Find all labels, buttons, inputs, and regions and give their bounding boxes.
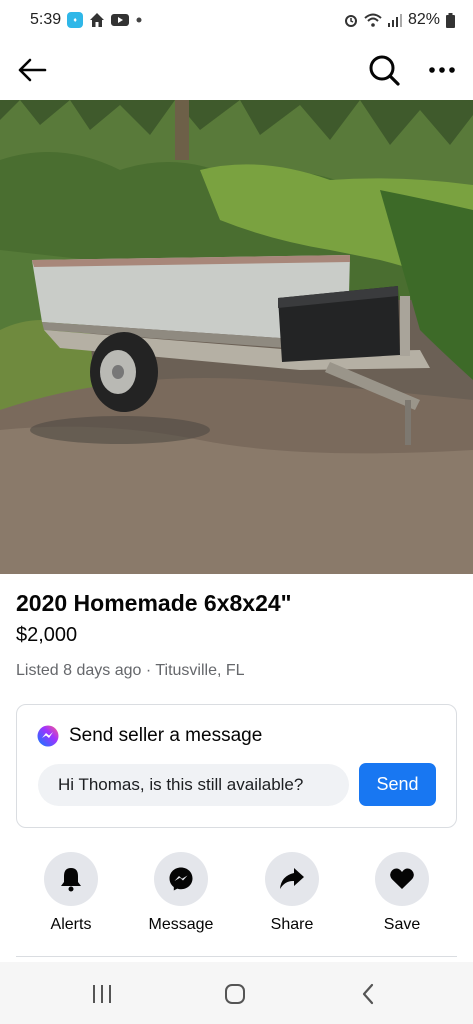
message-heading: Send seller a message <box>37 725 262 747</box>
send-button[interactable]: Send <box>359 763 436 806</box>
save-label: Save <box>383 916 421 933</box>
more-icon <box>429 67 455 73</box>
more-options-button[interactable] <box>422 50 462 90</box>
messenger-logo-icon <box>37 725 59 747</box>
recent-apps-button[interactable] <box>82 976 122 1012</box>
listing-price: $2,000 <box>16 624 78 646</box>
trailer-photo-image <box>0 100 473 574</box>
message-label: Message <box>148 916 214 933</box>
back-button[interactable] <box>14 52 50 88</box>
alarm-icon <box>344 13 358 27</box>
dot-icon <box>135 16 143 24</box>
youtube-icon <box>111 13 130 27</box>
battery-icon <box>446 12 455 28</box>
section-divider <box>16 956 457 957</box>
messenger-icon <box>169 867 193 891</box>
recent-apps-icon <box>93 985 111 1003</box>
back-nav-icon <box>362 983 374 1005</box>
search-icon <box>369 55 400 86</box>
save-button[interactable] <box>375 852 429 906</box>
heart-icon <box>390 868 414 889</box>
home-icon <box>89 12 105 28</box>
alerts-button[interactable] <box>44 852 98 906</box>
back-nav-button[interactable] <box>348 976 388 1012</box>
status-right: 82% <box>344 11 455 29</box>
share-button[interactable] <box>265 852 319 906</box>
alerts-label: Alerts <box>50 916 92 933</box>
listing-meta: Listed 8 days ago · Titusville, FL <box>16 662 245 679</box>
action-row: Alerts Message Share Save <box>0 852 473 952</box>
message-button[interactable] <box>154 852 208 906</box>
status-left: 5:39 ♦ <box>30 11 143 29</box>
status-bar: 5:39 ♦ 82% <box>0 0 473 40</box>
message-action[interactable]: Message <box>126 852 236 934</box>
listing-photo[interactable] <box>0 100 473 574</box>
signal-icon <box>387 13 402 27</box>
share-action[interactable]: Share <box>237 852 347 934</box>
wifi-icon <box>364 13 382 27</box>
status-time: 5:39 <box>30 11 62 28</box>
save-action[interactable]: Save <box>347 852 457 934</box>
back-arrow-icon <box>18 58 47 82</box>
message-input[interactable] <box>38 764 349 806</box>
home-button-icon <box>225 984 245 1004</box>
listing-title: 2020 Homemade 6x8x24" <box>16 590 292 616</box>
app-badge-icon: ♦ <box>67 12 84 28</box>
system-nav-bar <box>0 962 473 1024</box>
search-button[interactable] <box>364 50 404 90</box>
share-label: Share <box>270 916 314 933</box>
message-seller-card: Send seller a message Send <box>16 704 457 828</box>
top-bar <box>0 40 473 100</box>
message-heading-label: Send seller a message <box>69 725 263 746</box>
bell-icon <box>61 868 81 892</box>
battery-percent: 82% <box>407 11 440 28</box>
alerts-action[interactable]: Alerts <box>16 852 126 934</box>
share-icon <box>280 868 304 889</box>
home-nav-button[interactable] <box>215 976 255 1012</box>
